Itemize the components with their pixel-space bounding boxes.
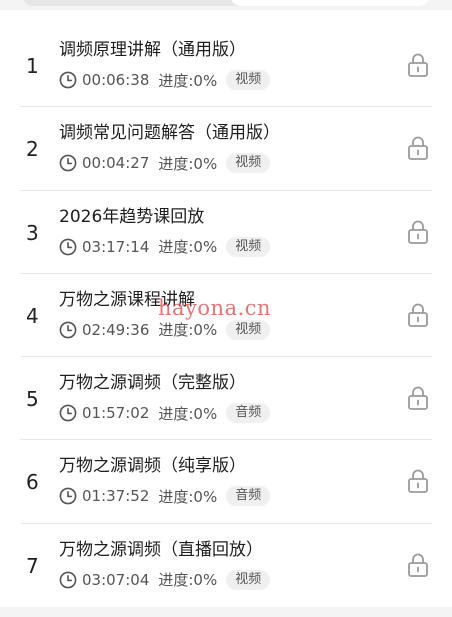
- lesson-duration: 01:37:52: [82, 487, 150, 506]
- list-item[interactable]: 5 万物之源调频（完整版） 01:57:02 进度:0% 音频: [0, 357, 452, 441]
- lesson-duration: 03:17:14: [82, 237, 150, 256]
- lesson-progress: 进度:0%: [158, 571, 218, 590]
- lesson-progress: 进度:0%: [158, 321, 218, 340]
- clock-icon: [59, 154, 77, 172]
- lesson-progress: 进度:0%: [158, 71, 218, 90]
- media-type-badge: 视频: [226, 153, 271, 174]
- media-type-badge: 视频: [226, 569, 271, 590]
- lesson-index: 4: [26, 303, 39, 328]
- lesson-progress: 进度:0%: [158, 238, 218, 257]
- lock-icon[interactable]: [406, 552, 430, 578]
- lesson-progress: 进度:0%: [158, 154, 218, 173]
- watermark: hayona.cn: [158, 296, 272, 320]
- lesson-index: 3: [26, 220, 39, 245]
- lesson-duration: 03:07:04: [82, 570, 150, 589]
- clock-icon: [59, 238, 77, 256]
- lock-icon[interactable]: [406, 468, 430, 494]
- list-item[interactable]: 2 调频常见问题解答（通用版） 00:04:27 进度:0% 视频: [0, 107, 452, 191]
- lesson-title: 万物之源调频（完整版）: [59, 373, 246, 394]
- lesson-index: 1: [26, 54, 39, 78]
- bottom-strip: [0, 607, 452, 617]
- lock-icon[interactable]: [406, 302, 430, 328]
- list-item[interactable]: 3 2026年趋势课回放 03:17:14 进度:0% 视频: [0, 191, 452, 274]
- list-item[interactable]: 1 调频原理讲解（通用版） 00:06:38 进度:0% 视频: [0, 24, 452, 108]
- lesson-meta: 00:06:38 进度:0% 视频: [59, 69, 271, 91]
- lesson-duration: 00:04:27: [82, 154, 150, 173]
- list-item[interactable]: 6 万物之源调频（纯享版） 01:37:52 进度:0% 音频: [0, 440, 452, 524]
- media-type-badge: 视频: [226, 319, 271, 340]
- lesson-index: 6: [26, 470, 39, 495]
- lesson-duration: 00:06:38: [82, 71, 150, 89]
- lesson-progress: 进度:0%: [158, 404, 218, 423]
- clock-icon: [59, 404, 77, 422]
- lesson-meta: 01:57:02 进度:0% 音频: [59, 402, 271, 424]
- top-tab-strip: [0, 0, 452, 10]
- lock-icon[interactable]: [406, 385, 430, 411]
- lesson-meta: 02:49:36 进度:0% 视频: [59, 319, 271, 341]
- lesson-title: 调频原理讲解（通用版）: [59, 40, 246, 60]
- media-type-badge: 音频: [226, 403, 271, 424]
- media-type-badge: 视频: [226, 70, 271, 90]
- lesson-duration: 01:57:02: [82, 404, 150, 423]
- clock-icon: [59, 71, 77, 89]
- clock-icon: [59, 321, 77, 339]
- lock-icon[interactable]: [406, 219, 430, 245]
- lesson-title: 万物之源调频（直播回放）: [59, 539, 263, 560]
- media-type-badge: 音频: [226, 486, 271, 507]
- lesson-meta: 00:04:27 进度:0% 视频: [59, 152, 271, 174]
- lesson-index: 7: [26, 553, 39, 578]
- lesson-title: 2026年趋势课回放: [59, 206, 205, 227]
- lesson-index: 5: [26, 387, 39, 412]
- list-item[interactable]: 7 万物之源调频（直播回放） 03:07:04 进度:0% 视频: [0, 524, 452, 607]
- lesson-progress: 进度:0%: [158, 487, 218, 506]
- lesson-duration: 02:49:36: [82, 320, 150, 339]
- lesson-meta: 01:37:52 进度:0% 音频: [59, 485, 271, 507]
- lesson-title: 调频常见问题解答（通用版）: [59, 123, 280, 144]
- lesson-meta: 03:17:14 进度:0% 视频: [59, 236, 271, 258]
- media-type-badge: 视频: [226, 236, 271, 257]
- lesson-title: 万物之源调频（纯享版）: [59, 456, 246, 477]
- clock-icon: [59, 571, 77, 589]
- lesson-meta: 03:07:04 进度:0% 视频: [59, 569, 271, 591]
- lesson-index: 2: [26, 137, 39, 162]
- clock-icon: [59, 487, 77, 505]
- lock-icon[interactable]: [406, 135, 430, 161]
- tab-active-indicator[interactable]: [230, 0, 430, 6]
- lock-icon[interactable]: [406, 52, 430, 78]
